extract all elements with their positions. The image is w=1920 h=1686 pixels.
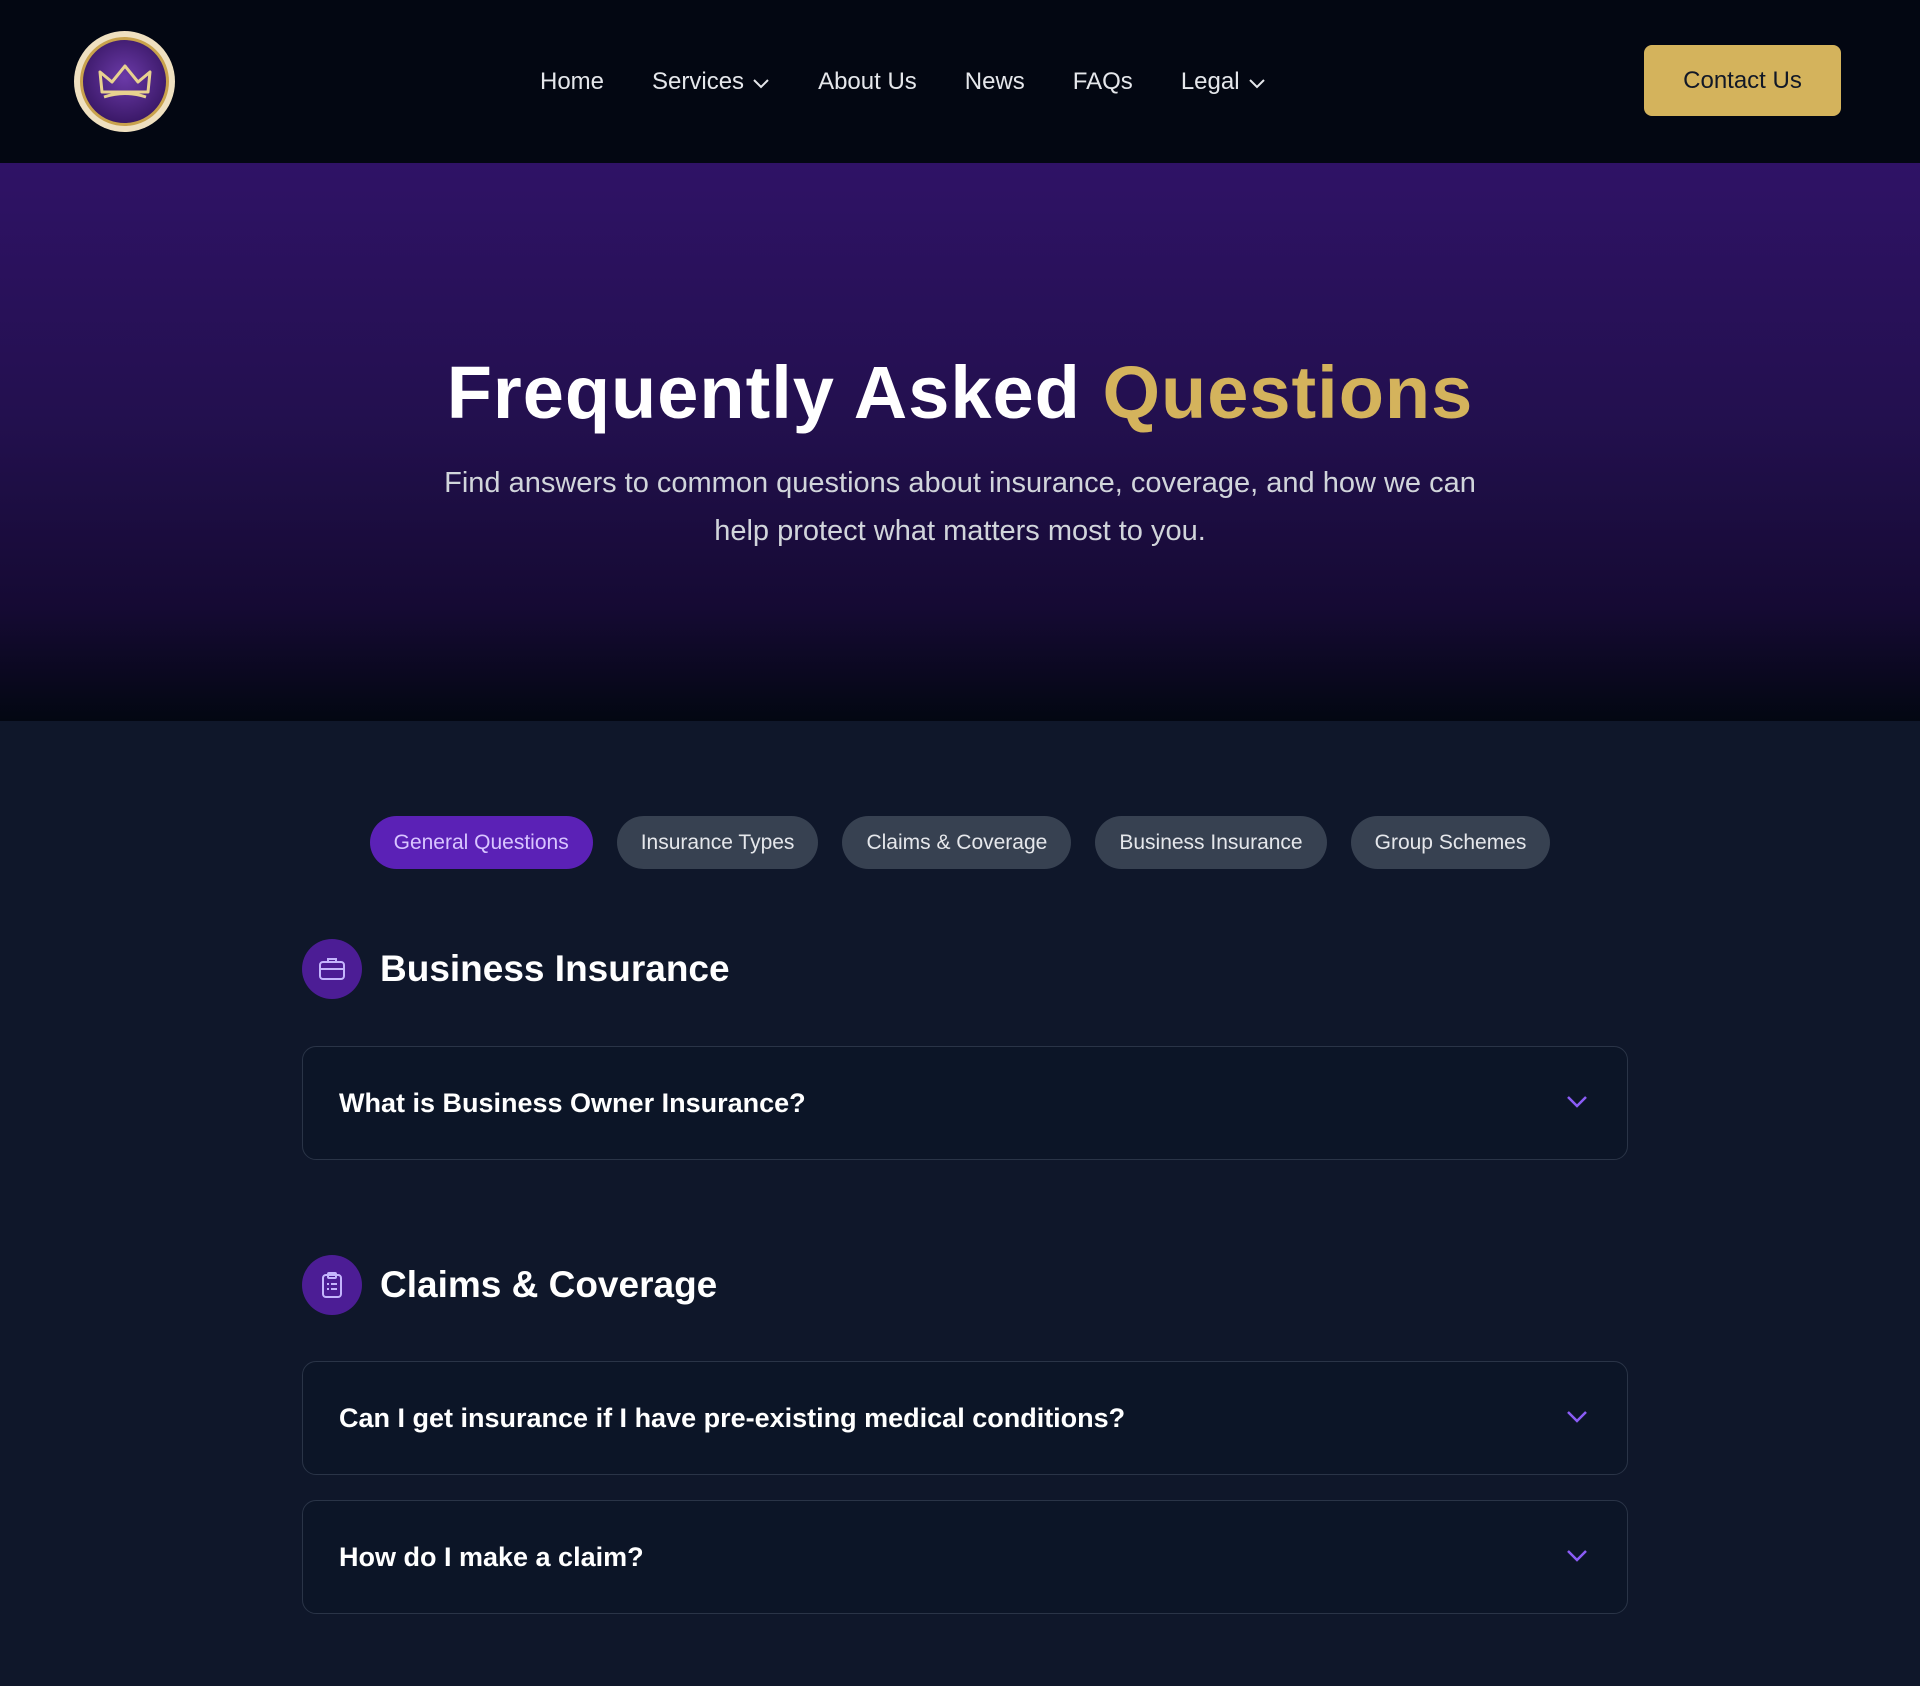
faq-item[interactable]: How do I make a claim? xyxy=(302,1500,1628,1614)
faq-item[interactable]: Can I get insurance if I have pre-existi… xyxy=(302,1361,1628,1475)
page-title: Frequently Asked Questions xyxy=(0,350,1920,435)
chevron-down-icon xyxy=(1565,1547,1589,1568)
nav-home[interactable]: Home xyxy=(540,68,604,96)
section-title: Claims & Coverage xyxy=(380,1264,718,1305)
navbar: Home Services About Us News FAQs Legal C… xyxy=(0,0,1920,163)
tab-insurance-types[interactable]: Insurance Types xyxy=(616,816,819,869)
nav-about-us-label: About Us xyxy=(818,67,917,95)
faq-question: What is Business Owner Insurance? xyxy=(339,1087,806,1118)
chevron-down-icon xyxy=(1565,1093,1589,1114)
page-title-accent: Questions xyxy=(1102,351,1474,434)
crown-icon xyxy=(80,37,169,126)
page-subtitle: Find answers to common questions about i… xyxy=(444,467,1476,547)
nav-services[interactable]: Services xyxy=(652,68,770,96)
faq-question: Can I get insurance if I have pre-existi… xyxy=(339,1402,1126,1433)
tab-claims-coverage[interactable]: Claims & Coverage xyxy=(842,816,1072,869)
tab-group-schemes[interactable]: Group Schemes xyxy=(1350,816,1551,869)
category-tabs: General Questions Insurance Types Claims… xyxy=(0,816,1920,869)
page-title-main: Frequently Asked xyxy=(446,351,1103,434)
logo[interactable] xyxy=(74,31,175,132)
nav-news-label: News xyxy=(964,67,1025,95)
nav-faqs-label: FAQs xyxy=(1072,67,1133,95)
clipboard-icon xyxy=(302,1255,362,1315)
chevron-down-icon xyxy=(752,68,770,96)
briefcase-icon xyxy=(302,939,362,999)
nav-faqs[interactable]: FAQs xyxy=(1073,68,1133,96)
nav-links: Home Services About Us News FAQs Legal xyxy=(540,0,1314,163)
nav-home-label: Home xyxy=(540,67,605,95)
section-header-business-insurance: Business Insurance xyxy=(302,939,730,999)
nav-legal-label: Legal xyxy=(1180,67,1240,95)
faq-item[interactable]: What is Business Owner Insurance? xyxy=(302,1046,1628,1160)
contact-us-button[interactable]: Contact Us xyxy=(1644,45,1841,116)
section-header-claims-coverage: Claims & Coverage xyxy=(302,1255,717,1315)
hero: Frequently Asked Questions Find answers … xyxy=(0,163,1920,721)
section-title: Business Insurance xyxy=(380,948,730,989)
tab-general-questions[interactable]: General Questions xyxy=(369,816,593,869)
faq-question: How do I make a claim? xyxy=(339,1541,644,1572)
chevron-down-icon xyxy=(1248,68,1266,96)
chevron-down-icon xyxy=(1565,1408,1589,1429)
nav-about-us[interactable]: About Us xyxy=(818,68,917,96)
nav-news[interactable]: News xyxy=(965,68,1025,96)
nav-legal[interactable]: Legal xyxy=(1181,68,1266,96)
tab-business-insurance[interactable]: Business Insurance xyxy=(1095,816,1327,869)
nav-services-label: Services xyxy=(652,67,745,95)
